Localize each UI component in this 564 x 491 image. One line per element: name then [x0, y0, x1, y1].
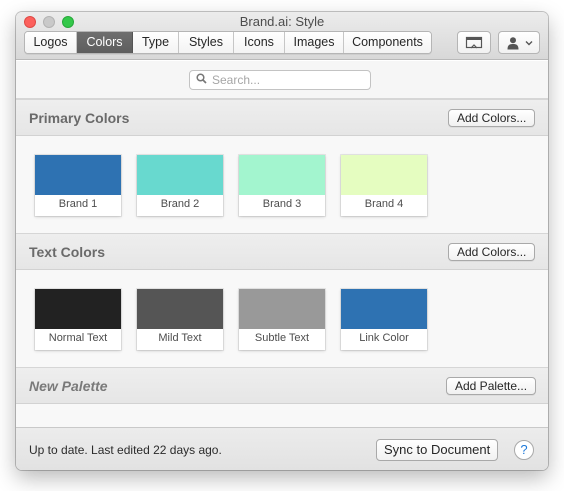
chevron-down-icon	[525, 40, 533, 46]
tab-icons[interactable]: Icons	[234, 32, 285, 53]
swatch-color-fill	[239, 289, 325, 329]
new-palette-header: New Palette Add Palette...	[16, 367, 548, 404]
swatch-color-fill	[341, 289, 427, 329]
app-window: Brand.ai: Style Logos Colors Type Styles…	[16, 12, 548, 470]
swatch-color-fill	[341, 155, 427, 195]
present-icon	[465, 36, 483, 50]
swatch-label: Brand 4	[364, 198, 404, 210]
color-swatch[interactable]: Link Color	[341, 289, 427, 350]
swatch-color-fill	[137, 289, 223, 329]
swatch-label: Mild Text	[158, 332, 202, 344]
search-bar-area	[16, 61, 548, 99]
color-swatch[interactable]: Brand 4	[341, 155, 427, 216]
color-swatch[interactable]: Brand 1	[35, 155, 121, 216]
title-bar: Brand.ai: Style Logos Colors Type Styles…	[16, 12, 548, 60]
sync-to-document-button[interactable]: Sync to Document	[376, 439, 499, 461]
text-colors-header: Text Colors Add Colors...	[16, 233, 548, 270]
primary-colors-header: Primary Colors Add Colors...	[16, 99, 548, 136]
swatch-label: Brand 1	[58, 198, 98, 210]
tab-images[interactable]: Images	[285, 32, 344, 53]
swatch-color-fill	[35, 155, 121, 195]
add-colors-button[interactable]: Add Colors...	[448, 109, 536, 127]
color-swatch[interactable]: Subtle Text	[239, 289, 325, 350]
search-icon	[196, 73, 207, 87]
section-title: New Palette	[29, 378, 108, 394]
color-swatch[interactable]: Brand 3	[239, 155, 325, 216]
swatch-color-fill	[137, 155, 223, 195]
window-title: Brand.ai: Style	[239, 14, 325, 29]
primary-colors-swatches: Brand 1 Brand 2 Brand 3 Brand 4	[16, 136, 548, 233]
status-text: Up to date. Last edited 22 days ago.	[29, 443, 222, 457]
user-icon	[506, 36, 520, 50]
tab-bar: Logos Colors Type Styles Icons Images Co…	[24, 31, 432, 54]
tab-colors[interactable]: Colors	[77, 32, 133, 53]
section-title: Text Colors	[29, 244, 105, 260]
new-palette-swatches	[16, 404, 548, 427]
tab-logos[interactable]: Logos	[25, 32, 77, 53]
swatch-color-fill	[239, 155, 325, 195]
search-field[interactable]	[189, 70, 371, 90]
search-input[interactable]	[212, 73, 362, 87]
swatch-label: Brand 2	[160, 198, 200, 210]
tab-type[interactable]: Type	[133, 32, 179, 53]
add-palette-button[interactable]: Add Palette...	[446, 377, 537, 395]
swatch-color-fill	[35, 289, 121, 329]
color-swatch[interactable]: Normal Text	[35, 289, 121, 350]
color-swatch[interactable]: Brand 2	[137, 155, 223, 216]
swatch-label: Subtle Text	[254, 332, 310, 344]
text-colors-swatches: Normal Text Mild Text Subtle Text Link C…	[16, 270, 548, 367]
swatch-label: Brand 3	[262, 198, 302, 210]
present-button[interactable]	[457, 31, 491, 54]
user-menu-button[interactable]	[498, 31, 540, 54]
tab-components[interactable]: Components	[344, 32, 431, 53]
tab-styles[interactable]: Styles	[179, 32, 234, 53]
add-colors-button[interactable]: Add Colors...	[448, 243, 536, 261]
status-footer: Up to date. Last edited 22 days ago. Syn…	[16, 427, 548, 470]
swatch-label: Normal Text	[48, 332, 108, 344]
help-button[interactable]: ?	[514, 440, 534, 460]
swatch-label: Link Color	[359, 332, 409, 344]
section-title: Primary Colors	[29, 110, 130, 126]
color-swatch[interactable]: Mild Text	[137, 289, 223, 350]
